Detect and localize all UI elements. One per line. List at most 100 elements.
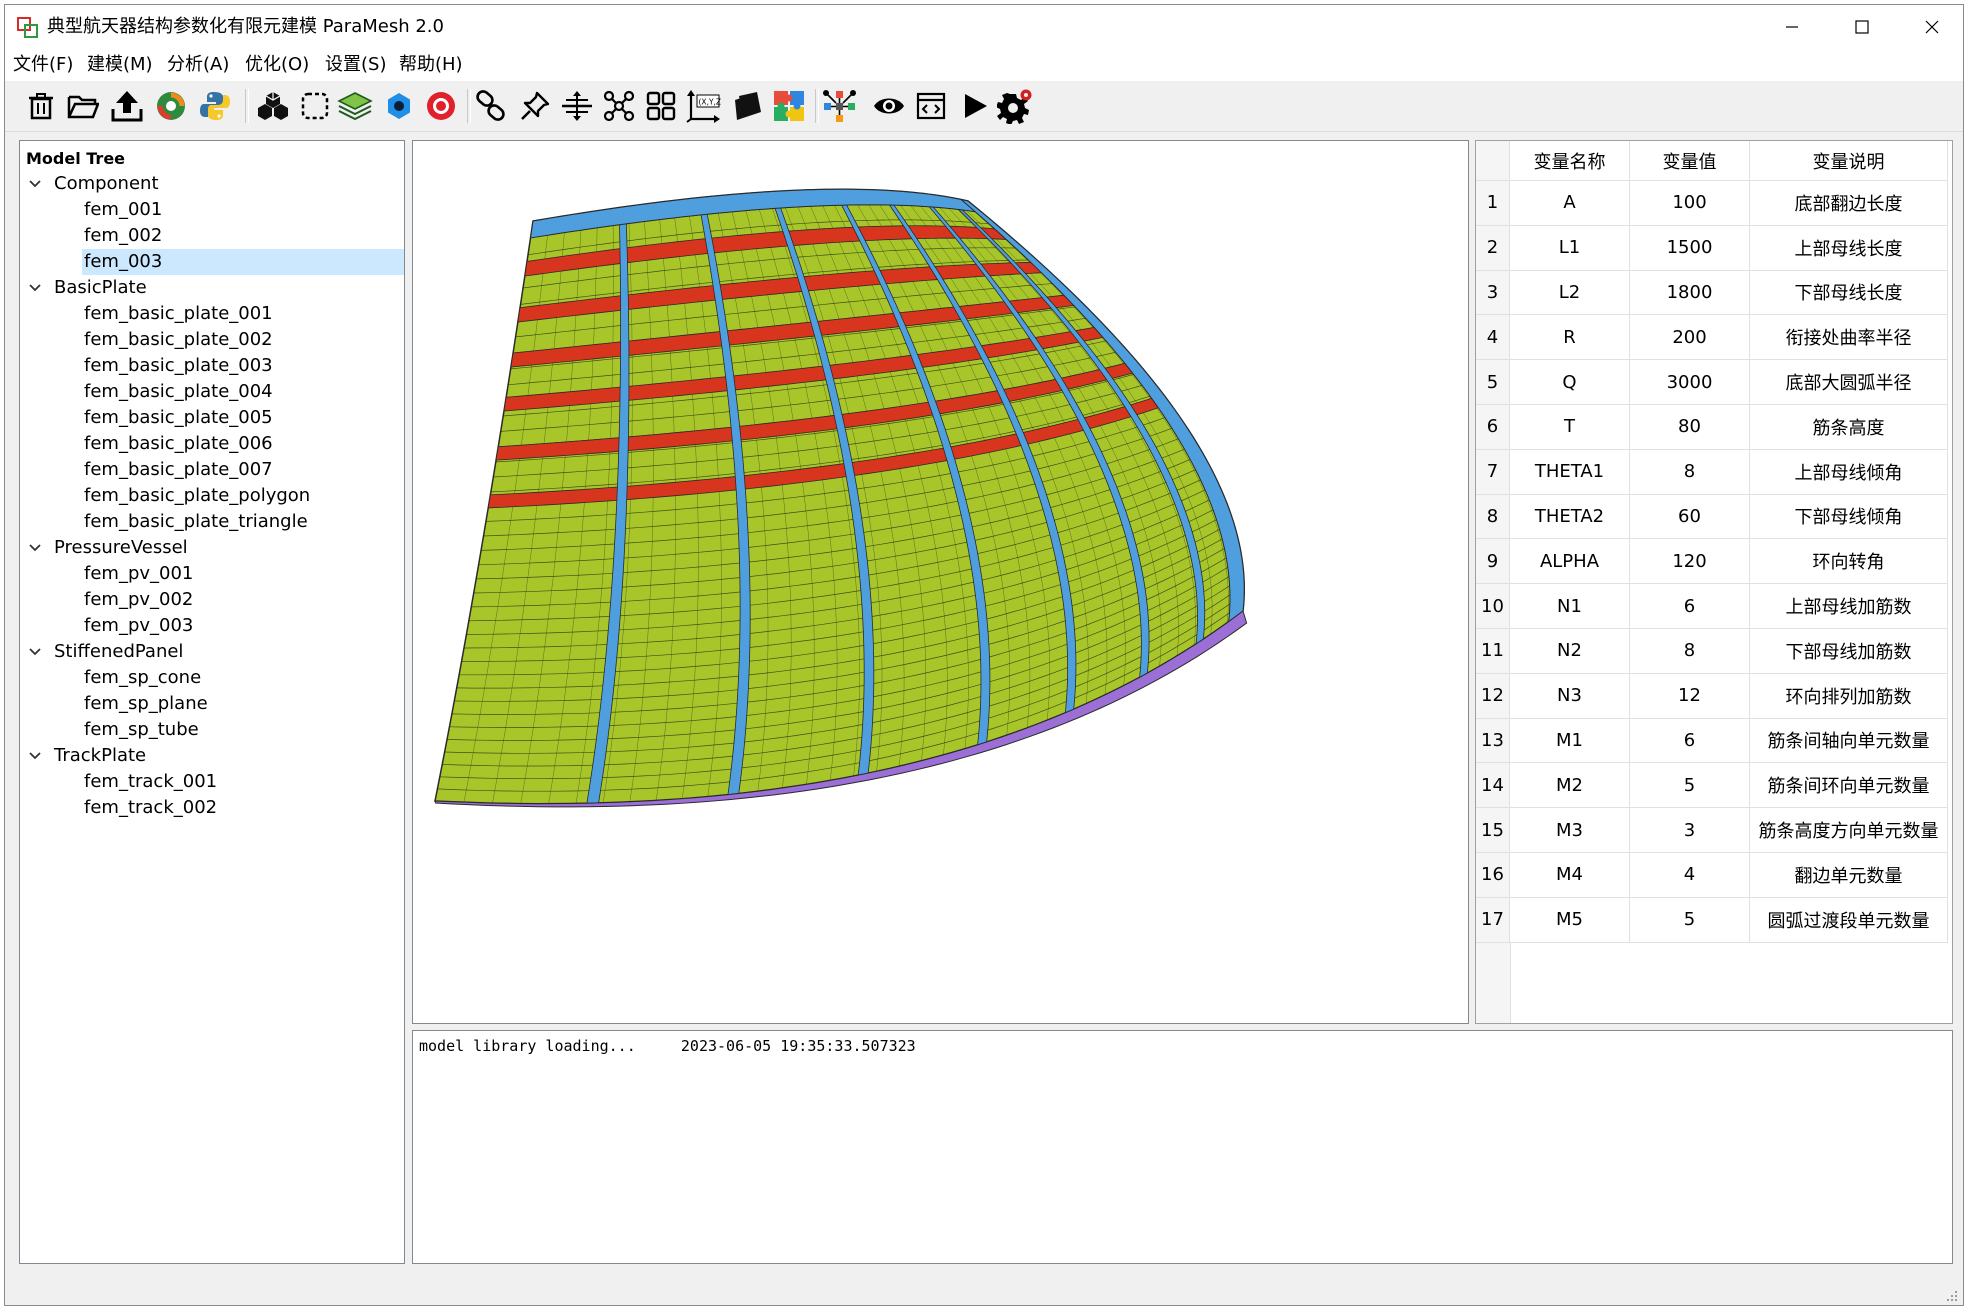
tree-group-stiffenedpanel[interactable]: StiffenedPanel (20, 639, 404, 665)
tree-item-fem-basic-plate-005[interactable]: fem_basic_plate_005 (82, 405, 404, 431)
tree-item-fem-track-002[interactable]: fem_track_002 (82, 795, 404, 821)
refresh-button[interactable] (151, 86, 191, 126)
table-row-number[interactable]: 8 (1476, 494, 1510, 540)
table-row-number[interactable]: 16 (1476, 853, 1510, 898)
menu-settings[interactable]: 设置(S) (325, 53, 386, 77)
table-cell-desc[interactable]: 筋条高度 (1750, 405, 1948, 450)
table-cell-name[interactable]: A (1510, 181, 1630, 226)
grid-button[interactable] (641, 86, 681, 126)
table-row-number[interactable]: 12 (1476, 673, 1510, 719)
table-cell-name[interactable]: T (1510, 405, 1630, 450)
table-cell-name[interactable]: M5 (1510, 897, 1630, 943)
table-cell-value[interactable]: 4 (1630, 853, 1750, 898)
run-button[interactable] (955, 86, 995, 126)
table-cell-value[interactable]: 1500 (1630, 225, 1750, 271)
tree-item-fem-basic-plate-triangle[interactable]: fem_basic_plate_triangle (82, 509, 404, 535)
table-cell-value[interactable]: 80 (1630, 405, 1750, 450)
table-cell-value[interactable]: 6 (1630, 718, 1750, 764)
table-cell-desc[interactable]: 筋条间轴向单元数量 (1750, 718, 1948, 764)
tree-item-fem-sp-cone[interactable]: fem_sp_cone (82, 665, 404, 691)
close-button[interactable] (1897, 5, 1963, 49)
export-button[interactable] (107, 86, 147, 126)
title-bar[interactable]: 典型航天器结构参数化有限元建模 ParaMesh 2.0 (5, 5, 1963, 49)
table-cell-name[interactable]: L2 (1510, 270, 1630, 316)
table-cell-name[interactable]: N3 (1510, 673, 1630, 719)
table-cell-value[interactable]: 5 (1630, 763, 1750, 809)
maximize-button[interactable] (1827, 5, 1897, 49)
tree-item-fem-pv-003[interactable]: fem_pv_003 (82, 613, 404, 639)
chevron-down-icon[interactable] (28, 645, 42, 659)
tree-item-fem-pv-002[interactable]: fem_pv_002 (82, 587, 404, 613)
tree-item-fem-sp-tube[interactable]: fem_sp_tube (82, 717, 404, 743)
table-cell-desc[interactable]: 底部大圆弧半径 (1750, 360, 1948, 405)
table-cell-desc[interactable]: 底部翻边长度 (1750, 181, 1948, 226)
table-cell-value[interactable]: 1800 (1630, 270, 1750, 316)
open-button[interactable] (63, 86, 103, 126)
table-cell-desc[interactable]: 翻边单元数量 (1750, 853, 1948, 898)
tree-item-fem-001[interactable]: fem_001 (82, 197, 404, 223)
table-cell-value[interactable]: 8 (1630, 449, 1750, 495)
tree-item-fem-basic-plate-002[interactable]: fem_basic_plate_002 (82, 327, 404, 353)
code-window-button[interactable] (911, 86, 951, 126)
tree-item-fem-002[interactable]: fem_002 (82, 223, 404, 249)
pin-button[interactable] (515, 86, 555, 126)
tree-group-basicplate[interactable]: BasicPlate (20, 275, 404, 301)
table-cell-value[interactable]: 12 (1630, 673, 1750, 719)
tree-group-component[interactable]: Component (20, 171, 404, 197)
table-cell-name[interactable]: M4 (1510, 853, 1630, 898)
menu-help[interactable]: 帮助(H) (399, 53, 463, 77)
table-cell-desc[interactable]: 下部母线倾角 (1750, 494, 1948, 540)
table-cell-desc[interactable]: 上部母线倾角 (1750, 449, 1948, 495)
table-cell-name[interactable]: N2 (1510, 629, 1630, 674)
table-cell-value[interactable]: 8 (1630, 629, 1750, 674)
plugin-button[interactable] (769, 86, 809, 126)
split-button[interactable] (557, 86, 597, 126)
node-graph-button[interactable] (599, 86, 639, 126)
table-cell-value[interactable]: 120 (1630, 539, 1750, 585)
table-cell-name[interactable]: N1 (1510, 584, 1630, 629)
table-row-number[interactable]: 13 (1476, 718, 1510, 764)
tree-group-trackplate[interactable]: TrackPlate (20, 743, 404, 769)
tree-item-fem-003[interactable]: fem_003 (82, 249, 404, 275)
settings-button[interactable] (995, 86, 1035, 126)
hexagon-button[interactable] (379, 86, 419, 126)
resize-grip-icon[interactable] (1943, 1287, 1959, 1303)
tree-item-fem-basic-plate-007[interactable]: fem_basic_plate_007 (82, 457, 404, 483)
table-row-number[interactable]: 2 (1476, 225, 1510, 271)
table-cell-desc[interactable]: 筋条间环向单元数量 (1750, 763, 1948, 809)
coordinate-button[interactable]: (X,Y,Z) (683, 86, 723, 126)
tree-item-fem-basic-plate-003[interactable]: fem_basic_plate_003 (82, 353, 404, 379)
table-row-number[interactable]: 4 (1476, 315, 1510, 361)
visibility-button[interactable] (869, 86, 909, 126)
table-cell-desc[interactable]: 下部母线长度 (1750, 270, 1948, 316)
table-row-number[interactable]: 10 (1476, 584, 1510, 629)
layers-button[interactable] (335, 86, 375, 126)
table-cell-desc[interactable]: 下部母线加筋数 (1750, 629, 1948, 674)
table-header-value[interactable]: 变量值 (1630, 141, 1750, 181)
table-cell-name[interactable]: M2 (1510, 763, 1630, 809)
table-cell-name[interactable]: THETA2 (1510, 494, 1630, 540)
solid-button[interactable] (253, 86, 293, 126)
table-row-number[interactable]: 17 (1476, 897, 1510, 943)
log-panel[interactable]: model library loading... 2023-06-05 19:3… (412, 1030, 1953, 1264)
tree-item-fem-pv-001[interactable]: fem_pv_001 (82, 561, 404, 587)
tree-item-fem-basic-plate-polygon[interactable]: fem_basic_plate_polygon (82, 483, 404, 509)
table-cell-value[interactable]: 200 (1630, 315, 1750, 361)
table-row-number[interactable]: 15 (1476, 808, 1510, 853)
chevron-down-icon[interactable] (28, 281, 42, 295)
menu-optimize[interactable]: 优化(O) (245, 53, 309, 77)
python-button[interactable] (195, 86, 235, 126)
table-cell-value[interactable]: 60 (1630, 494, 1750, 540)
table-row-number[interactable]: 5 (1476, 360, 1510, 405)
table-cell-desc[interactable]: 环向转角 (1750, 539, 1948, 585)
table-cell-desc[interactable]: 衔接处曲率半径 (1750, 315, 1948, 361)
table-header-desc[interactable]: 变量说明 (1750, 141, 1948, 181)
table-corner[interactable] (1476, 141, 1510, 181)
table-row-number[interactable]: 11 (1476, 629, 1510, 674)
menu-modeling[interactable]: 建模(M) (87, 53, 153, 77)
chevron-down-icon[interactable] (28, 541, 42, 555)
delete-button[interactable] (21, 86, 61, 126)
table-row-number[interactable]: 7 (1476, 449, 1510, 495)
table-cell-value[interactable]: 3 (1630, 808, 1750, 853)
minimize-button[interactable] (1757, 5, 1827, 49)
